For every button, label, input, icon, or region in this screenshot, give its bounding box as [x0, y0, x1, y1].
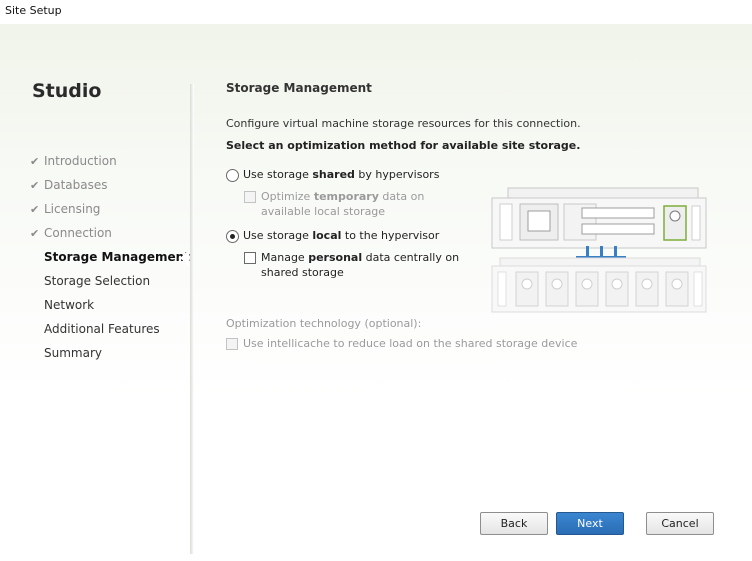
step-label: Summary: [44, 346, 102, 360]
radio-label: Use storage local to the hypervisor: [243, 229, 440, 242]
window-title: Site Setup: [5, 4, 62, 17]
step-storage-management: Storage Management: [30, 248, 190, 272]
step-label: Licensing: [44, 202, 101, 216]
optimization-technology-label: Optimization technology (optional):: [226, 317, 422, 330]
checkbox[interactable]: [244, 252, 256, 264]
checkmark-icon: ✔: [30, 155, 40, 168]
page-instruction: Select an optimization method for availa…: [226, 139, 581, 152]
step-label: Connection: [44, 226, 112, 240]
step-licensing: ✔ Licensing: [30, 200, 190, 224]
radio-label: Use storage shared by hypervisors: [243, 168, 440, 181]
step-storage-selection: Storage Selection: [30, 272, 190, 296]
radio-button-selected[interactable]: [226, 230, 239, 243]
step-label: Databases: [44, 178, 108, 192]
checkbox-label: Use intellicache to reduce load on the s…: [243, 337, 578, 350]
server-storage-illustration-icon: [491, 187, 707, 313]
step-network: Network: [30, 296, 190, 320]
page-description: Configure virtual machine storage resour…: [226, 117, 581, 130]
radio-storage-shared[interactable]: Use storage shared by hypervisors: [226, 168, 439, 182]
checkbox-optimize-temporary[interactable]: Optimize temporary data on available loc…: [244, 189, 461, 219]
step-databases: ✔ Databases: [30, 176, 190, 200]
step-additional-features: Additional Features: [30, 320, 190, 344]
radio-storage-local[interactable]: Use storage local to the hypervisor: [226, 229, 439, 243]
step-label: Additional Features: [44, 322, 160, 336]
sidebar-divider: [190, 84, 194, 554]
current-step-pointer-icon: [180, 250, 189, 266]
checkbox-manage-personal[interactable]: Manage personal data centrally on shared…: [244, 250, 461, 280]
cancel-button[interactable]: Cancel: [646, 512, 714, 535]
step-label: Storage Selection: [44, 274, 151, 288]
step-label: Storage Management: [44, 250, 190, 264]
checkbox-label: Manage personal data centrally on shared…: [261, 251, 460, 279]
page-title: Storage Management: [226, 81, 372, 95]
checkmark-icon: ✔: [30, 227, 40, 240]
wizard-body: Studio ✔ Introduction ✔ Databases ✔ Licensi…: [0, 24, 752, 561]
wizard-sidebar: Studio ✔ Introduction ✔ Databases ✔ Licensi…: [0, 24, 190, 561]
step-connection: ✔ Connection: [30, 224, 190, 248]
step-label: Introduction: [44, 154, 117, 168]
app-title: Studio: [32, 80, 102, 102]
checkbox-label: Optimize temporary data on available loc…: [261, 190, 425, 218]
next-button[interactable]: Next: [556, 512, 624, 535]
step-list: ✔ Introduction ✔ Databases ✔ Licensing ✔ Con…: [30, 152, 190, 368]
radio-button[interactable]: [226, 169, 239, 182]
checkbox-intellicache[interactable]: Use intellicache to reduce load on the s…: [226, 337, 577, 350]
checkbox[interactable]: [244, 191, 256, 203]
step-summary: Summary: [30, 344, 190, 368]
window-titlebar: Site Setup: [0, 0, 752, 24]
checkmark-icon: ✔: [30, 179, 40, 192]
back-button[interactable]: Back: [480, 512, 548, 535]
step-introduction: ✔ Introduction: [30, 152, 190, 176]
step-label: Network: [44, 298, 95, 312]
checkbox[interactable]: [226, 337, 238, 350]
checkmark-icon: ✔: [30, 203, 40, 216]
